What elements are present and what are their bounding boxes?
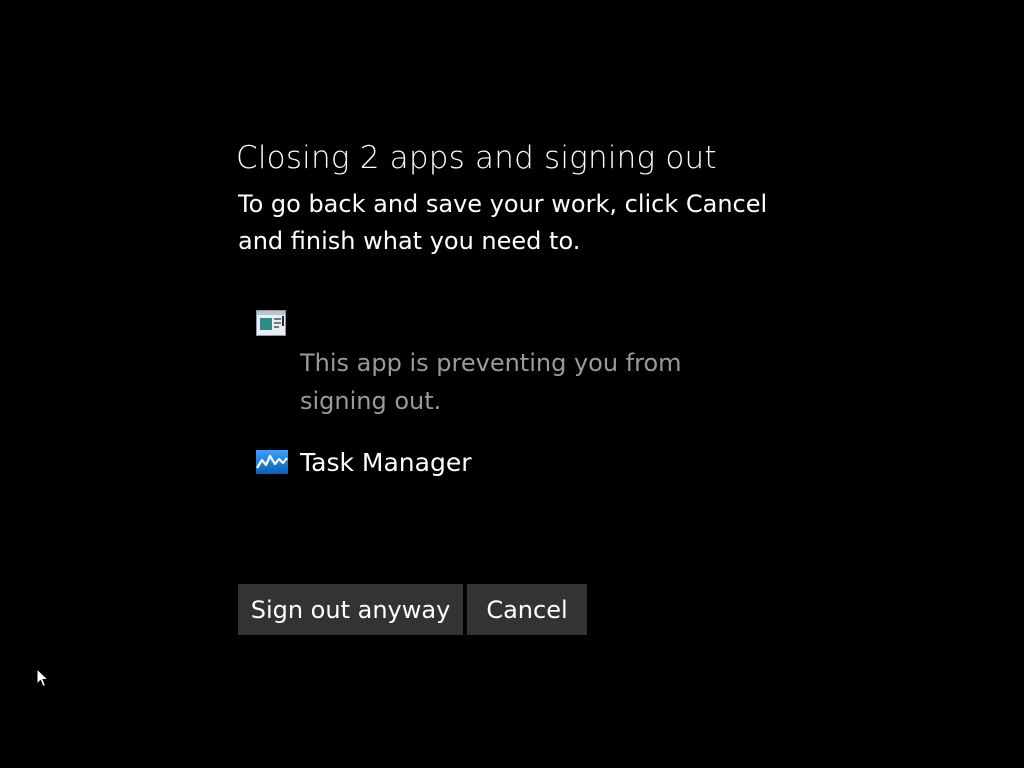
sign-out-screen: Closing 2 apps and signing out To go bac… <box>0 0 1024 768</box>
generic-app-window-icon <box>256 310 286 340</box>
blocking-app-note: This app is preventing you from signing … <box>300 349 682 415</box>
dialog-subtitle: To go back and save your work, click Can… <box>238 190 768 255</box>
sign-out-anyway-button[interactable]: Sign out anyway <box>238 584 463 635</box>
task-manager-icon <box>256 450 288 478</box>
cancel-button[interactable]: Cancel <box>467 584 587 635</box>
dialog-title: Closing 2 apps and signing out <box>236 140 717 176</box>
task-manager-label: Task Manager <box>300 448 472 477</box>
mouse-pointer-icon <box>36 667 50 692</box>
